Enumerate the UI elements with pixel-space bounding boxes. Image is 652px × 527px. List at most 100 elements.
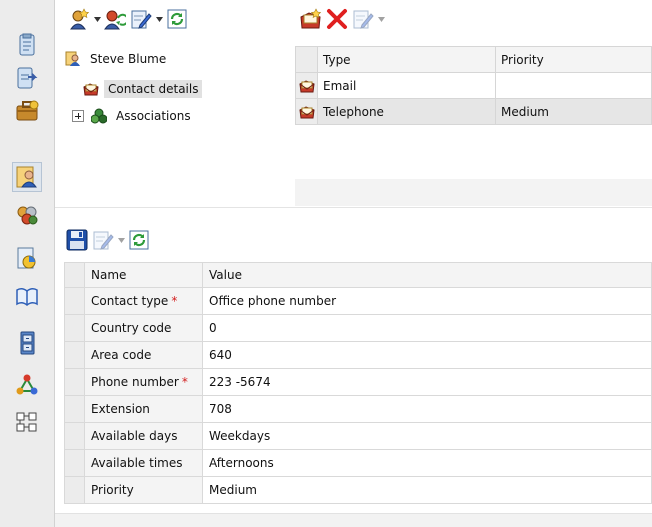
property-value-field[interactable]: 708 <box>202 395 652 423</box>
status-strip <box>55 513 652 527</box>
contact-tree: Steve Blume Contact details Associations <box>58 46 294 206</box>
row-header-corner <box>295 46 318 73</box>
property-name: Area code <box>84 341 203 369</box>
property-name: Available days <box>84 422 203 450</box>
property-name-text: Available times <box>91 456 183 470</box>
row-gutter <box>64 476 85 504</box>
property-name: Extension <box>84 395 203 423</box>
property-name-text: Country code <box>91 321 172 335</box>
chevron-down-icon[interactable] <box>154 6 164 32</box>
details-toolbar <box>64 227 152 253</box>
edit-icon[interactable] <box>90 227 116 253</box>
refresh-icon[interactable] <box>164 6 190 32</box>
table-row[interactable]: Telephone Medium <box>295 98 652 125</box>
edit-icon[interactable] <box>350 6 376 32</box>
edit-icon[interactable] <box>128 6 154 32</box>
row-gutter <box>64 368 85 396</box>
table-row[interactable]: Email <box>295 72 652 99</box>
property-row[interactable]: Contact type * Office phone number <box>64 287 652 315</box>
tree-node-root[interactable]: Steve Blume <box>64 48 166 70</box>
methods-toolbar <box>298 6 386 32</box>
panel-divider[interactable] <box>55 207 652 208</box>
hierarchy-icon[interactable] <box>12 370 42 400</box>
cell-type: Email <box>317 72 496 99</box>
document-arrow-icon[interactable] <box>12 63 42 93</box>
property-row[interactable]: Phone number * 223 -5674 <box>64 368 652 396</box>
tree-node-label: Associations <box>116 109 191 123</box>
grid-header: Name Value <box>64 262 652 288</box>
property-value-field[interactable]: Weekdays <box>202 422 652 450</box>
chevron-down-icon[interactable] <box>116 227 126 253</box>
tree-node-label: Steve Blume <box>90 52 167 66</box>
row-gutter <box>64 287 85 315</box>
grid-empty-area <box>295 125 652 179</box>
property-name-text: Area code <box>91 348 152 362</box>
row-gutter <box>64 395 85 423</box>
property-grid: Name Value Contact type * Office phone nu… <box>64 262 652 504</box>
property-row[interactable]: Available days Weekdays <box>64 422 652 450</box>
cell-priority <box>495 72 652 99</box>
delete-icon[interactable] <box>324 6 350 32</box>
contact-refresh-icon[interactable] <box>102 6 128 32</box>
property-row[interactable]: Country code 0 <box>64 314 652 342</box>
property-value-field[interactable]: Medium <box>202 476 652 504</box>
associations-icon <box>90 107 108 125</box>
report-chart-icon[interactable] <box>12 243 42 273</box>
refresh-icon[interactable] <box>126 227 152 253</box>
left-navigation-bar <box>0 0 55 527</box>
property-name-text: Extension <box>91 402 150 416</box>
property-row[interactable]: Area code 640 <box>64 341 652 369</box>
column-header-priority[interactable]: Priority <box>495 46 652 73</box>
row-gutter <box>64 341 85 369</box>
tree-node-contact-details[interactable]: Contact details <box>82 78 203 100</box>
property-value-field[interactable]: 0 <box>202 314 652 342</box>
email-method-icon <box>295 72 318 99</box>
property-name: Country code <box>84 314 203 342</box>
row-gutter <box>64 314 85 342</box>
column-header-name[interactable]: Name <box>84 262 203 288</box>
tree-node-label: Contact details <box>104 80 203 98</box>
briefcase-icon[interactable] <box>12 96 42 126</box>
cabinet-icon[interactable] <box>12 328 42 358</box>
property-value-field[interactable]: Office phone number <box>202 287 652 315</box>
property-name-text: Available days <box>91 429 178 443</box>
tree-node-associations[interactable]: Associations <box>72 105 191 127</box>
row-gutter <box>64 422 85 450</box>
chevron-down-icon[interactable] <box>92 6 102 32</box>
property-row[interactable]: Priority Medium <box>64 476 652 504</box>
property-value-field[interactable]: Afternoons <box>202 449 652 477</box>
workflow-icon[interactable] <box>12 407 42 437</box>
property-name: Phone number * <box>84 368 203 396</box>
property-name-text: Priority <box>91 483 134 497</box>
grid-header: Type Priority <box>295 46 652 73</box>
chevron-down-icon[interactable] <box>376 6 386 32</box>
required-marker: * <box>181 375 188 389</box>
property-row[interactable]: Available times Afternoons <box>64 449 652 477</box>
person-card-icon <box>64 50 82 68</box>
property-name: Priority <box>84 476 203 504</box>
column-header-type[interactable]: Type <box>317 46 496 73</box>
property-name: Contact type * <box>84 287 203 315</box>
column-header-value[interactable]: Value <box>202 262 652 288</box>
property-value-field[interactable]: 223 -5674 <box>202 368 652 396</box>
property-value-field[interactable]: 640 <box>202 341 652 369</box>
new-contact-icon[interactable] <box>66 6 92 32</box>
property-name-text: Phone number <box>91 375 179 389</box>
tree-toolbar <box>66 6 190 32</box>
property-name: Available times <box>84 449 203 477</box>
document-icon[interactable] <box>12 30 42 60</box>
cell-type: Telephone <box>317 98 496 125</box>
person-card-icon[interactable] <box>12 162 42 192</box>
property-name-text: Contact type <box>91 294 169 308</box>
telephone-method-icon <box>295 98 318 125</box>
book-icon[interactable] <box>12 282 42 312</box>
new-method-icon[interactable] <box>298 6 324 32</box>
expand-toggle[interactable] <box>72 110 84 122</box>
contact-methods-grid: Type Priority Email Telephone Medium <box>295 46 652 206</box>
save-icon[interactable] <box>64 227 90 253</box>
people-group-icon[interactable] <box>12 201 42 231</box>
row-gutter <box>64 449 85 477</box>
row-gutter <box>64 262 85 288</box>
property-row[interactable]: Extension 708 <box>64 395 652 423</box>
required-marker: * <box>171 294 178 308</box>
